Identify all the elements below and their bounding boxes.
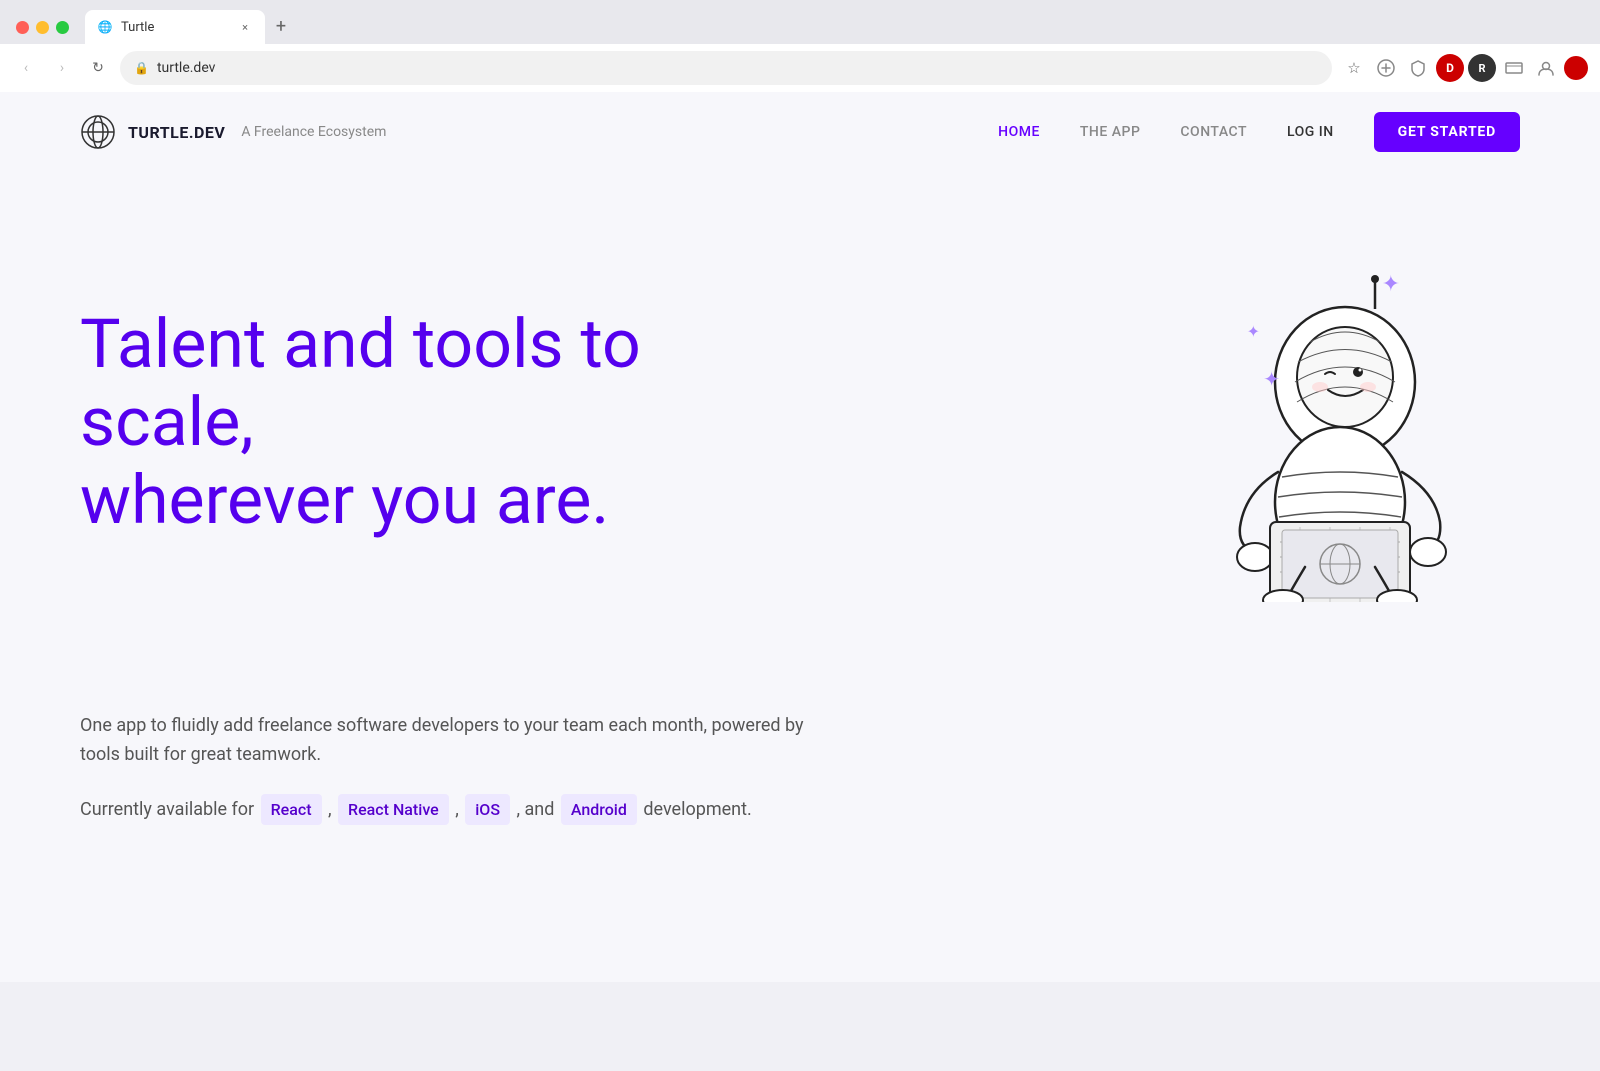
- nav-cta-button[interactable]: GET STARTED: [1374, 112, 1520, 152]
- minimize-window-button[interactable]: [36, 21, 49, 34]
- nav-login-button[interactable]: LOG IN: [1287, 124, 1334, 140]
- traffic-lights: [16, 21, 69, 34]
- browser-titlebar: 🌐 Turtle × +: [0, 0, 1600, 44]
- extension-r-icon[interactable]: R: [1468, 54, 1496, 82]
- tab-close-button[interactable]: ×: [237, 19, 253, 35]
- astronaut-illustration: [1190, 262, 1490, 602]
- nav-link-home[interactable]: HOME: [998, 124, 1040, 140]
- red-dot-icon: [1564, 56, 1588, 80]
- reload-icon: ↻: [92, 60, 104, 76]
- hero-illustration: ✦ ✦ ✦: [1160, 252, 1520, 612]
- maximize-window-button[interactable]: [56, 21, 69, 34]
- brand-name-text: TURTLE.DEV: [128, 123, 225, 142]
- address-bar[interactable]: 🔒 turtle.dev: [120, 51, 1332, 85]
- tech-and-text: and: [525, 799, 555, 820]
- site-nav: TURTLE.DEV A Freelance Ecosystem HOME TH…: [0, 92, 1600, 172]
- hero-content: Talent and tools to scale, wherever you …: [80, 305, 780, 560]
- back-icon: ‹: [24, 60, 28, 76]
- tech-badge-android: Android: [561, 794, 637, 826]
- dashlane-icon[interactable]: D: [1436, 54, 1464, 82]
- website-content: TURTLE.DEV A Freelance Ecosystem HOME TH…: [0, 92, 1600, 982]
- tech-intro-text: Currently available for: [80, 799, 254, 820]
- description-paragraph: One app to fluidly add freelance softwar…: [80, 712, 820, 770]
- shield-icon[interactable]: [1404, 54, 1432, 82]
- lock-icon: 🔒: [134, 61, 149, 75]
- description-section: One app to fluidly add freelance softwar…: [0, 672, 900, 905]
- forward-button[interactable]: ›: [48, 54, 76, 82]
- tech-availability-line: Currently available for React , React Na…: [80, 794, 820, 826]
- close-window-button[interactable]: [16, 21, 29, 34]
- browser-tab[interactable]: 🌐 Turtle ×: [85, 10, 265, 44]
- hero-title-line1: Talent and tools to scale,: [80, 304, 641, 462]
- toolbar-icons: ☆ D R: [1340, 54, 1588, 82]
- hero-title: Talent and tools to scale, wherever you …: [80, 305, 780, 540]
- back-button[interactable]: ‹: [12, 54, 40, 82]
- new-tab-button[interactable]: +: [267, 12, 295, 40]
- nav-link-app[interactable]: THE APP: [1080, 124, 1141, 140]
- hero-section: Talent and tools to scale, wherever you …: [0, 172, 1600, 672]
- star-decoration-2: ✦: [1247, 322, 1260, 341]
- tab-favicon-icon: 🌐: [97, 19, 113, 35]
- hero-title-line2: wherever you are.: [80, 460, 609, 540]
- address-url: turtle.dev: [157, 60, 1318, 76]
- nav-brand: TURTLE.DEV A Freelance Ecosystem: [80, 114, 386, 150]
- nav-link-contact[interactable]: CONTACT: [1180, 124, 1247, 140]
- tech-suffix-text: development.: [643, 799, 751, 820]
- tab-title: Turtle: [121, 20, 229, 35]
- brand-logo-icon: [80, 114, 116, 150]
- brand-tagline-text: A Freelance Ecosystem: [241, 124, 386, 140]
- nav-links: HOME THE APP CONTACT LOG IN GET STARTED: [998, 112, 1520, 152]
- star-decoration-1: ✦: [1382, 272, 1400, 297]
- grammarly-icon[interactable]: [1372, 54, 1400, 82]
- tab-bar: 🌐 Turtle × +: [85, 10, 1584, 44]
- tech-badge-react-native: React Native: [338, 794, 449, 826]
- browser-chrome: 🌐 Turtle × + ‹ › ↻ 🔒 turtle.dev ☆: [0, 0, 1600, 92]
- tech-badge-ios: iOS: [465, 794, 510, 826]
- star-decoration-3: ✦: [1263, 367, 1280, 391]
- reload-button[interactable]: ↻: [84, 54, 112, 82]
- tech-badge-react: React: [261, 794, 322, 826]
- cast-icon[interactable]: [1500, 54, 1528, 82]
- user-icon[interactable]: [1532, 54, 1560, 82]
- bookmark-icon[interactable]: ☆: [1340, 54, 1368, 82]
- browser-toolbar: ‹ › ↻ 🔒 turtle.dev ☆ D: [0, 44, 1600, 92]
- forward-icon: ›: [60, 60, 64, 76]
